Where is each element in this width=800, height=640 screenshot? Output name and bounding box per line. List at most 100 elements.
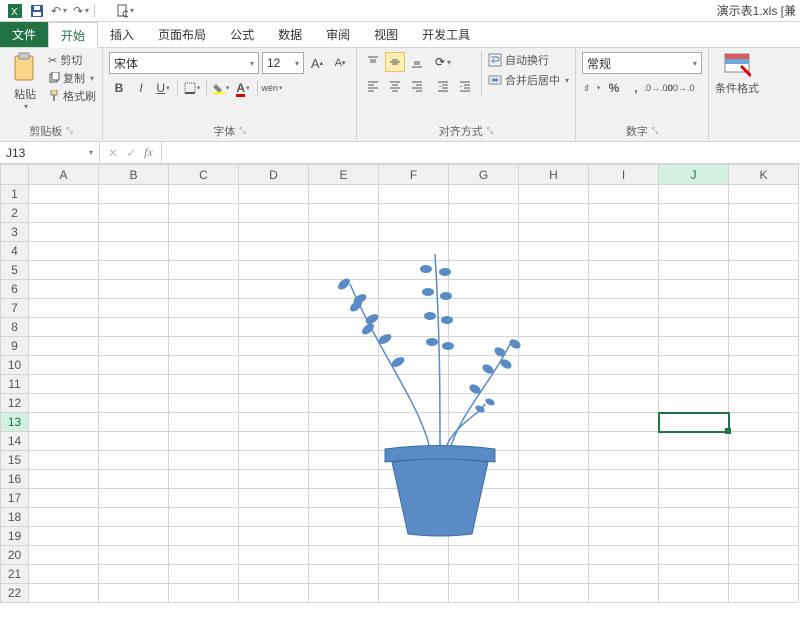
cell[interactable]: [589, 204, 659, 223]
cell[interactable]: [449, 223, 519, 242]
cell[interactable]: [519, 413, 589, 432]
cell[interactable]: [659, 318, 729, 337]
cell[interactable]: [659, 527, 729, 546]
merge-center-button[interactable]: 合并后居中▾: [488, 72, 569, 88]
cell[interactable]: [309, 223, 379, 242]
cell[interactable]: [589, 394, 659, 413]
cell[interactable]: [309, 584, 379, 603]
cell[interactable]: [309, 185, 379, 204]
cell[interactable]: [449, 546, 519, 565]
cell[interactable]: [99, 470, 169, 489]
cell[interactable]: [519, 223, 589, 242]
cell[interactable]: [379, 584, 449, 603]
cell[interactable]: [239, 318, 309, 337]
cell[interactable]: [309, 432, 379, 451]
cell[interactable]: [29, 546, 99, 565]
cell[interactable]: [519, 394, 589, 413]
cell[interactable]: [379, 394, 449, 413]
cell[interactable]: [309, 280, 379, 299]
cell[interactable]: [169, 337, 239, 356]
cell[interactable]: [589, 223, 659, 242]
fill-color-button[interactable]: [211, 78, 231, 98]
cell[interactable]: [309, 413, 379, 432]
cell[interactable]: [169, 394, 239, 413]
cell[interactable]: [659, 299, 729, 318]
cell[interactable]: [379, 565, 449, 584]
cell[interactable]: [659, 489, 729, 508]
cell[interactable]: [169, 546, 239, 565]
cell[interactable]: [239, 375, 309, 394]
cell[interactable]: [29, 489, 99, 508]
align-middle-button[interactable]: [385, 52, 405, 72]
cell[interactable]: [169, 489, 239, 508]
cell[interactable]: [29, 185, 99, 204]
cell[interactable]: [519, 337, 589, 356]
column-header[interactable]: F: [379, 165, 449, 185]
cell[interactable]: [519, 470, 589, 489]
cell[interactable]: [29, 356, 99, 375]
cell[interactable]: [239, 546, 309, 565]
cell[interactable]: [239, 280, 309, 299]
cell[interactable]: [589, 489, 659, 508]
border-button[interactable]: [182, 78, 202, 98]
cell[interactable]: [29, 394, 99, 413]
row-header[interactable]: 7: [1, 299, 29, 318]
cell[interactable]: [729, 318, 799, 337]
cell[interactable]: [449, 489, 519, 508]
cell[interactable]: [309, 337, 379, 356]
cell[interactable]: [659, 432, 729, 451]
format-painter-button[interactable]: 格式刷: [48, 88, 96, 104]
cell[interactable]: [309, 489, 379, 508]
cell[interactable]: [659, 223, 729, 242]
tab-formulas[interactable]: 公式: [218, 22, 266, 47]
cell[interactable]: [29, 508, 99, 527]
cell[interactable]: [589, 584, 659, 603]
tab-view[interactable]: 视图: [362, 22, 410, 47]
cell[interactable]: [29, 375, 99, 394]
cell[interactable]: [239, 356, 309, 375]
cell[interactable]: [729, 584, 799, 603]
cell[interactable]: [239, 432, 309, 451]
cell[interactable]: [729, 280, 799, 299]
increase-indent-button[interactable]: [455, 76, 475, 96]
cell[interactable]: [99, 185, 169, 204]
cell[interactable]: [379, 508, 449, 527]
cell[interactable]: [729, 299, 799, 318]
row-header[interactable]: 3: [1, 223, 29, 242]
cell[interactable]: [169, 299, 239, 318]
cell[interactable]: [309, 261, 379, 280]
decrease-font-icon[interactable]: A▾: [330, 53, 350, 73]
dialog-launcher-icon[interactable]: ⤡: [239, 126, 245, 136]
decrease-decimal-button[interactable]: .00→.0: [670, 78, 690, 98]
cell[interactable]: [589, 508, 659, 527]
row-header[interactable]: 11: [1, 375, 29, 394]
cell[interactable]: [659, 185, 729, 204]
cell[interactable]: [239, 470, 309, 489]
row-header[interactable]: 19: [1, 527, 29, 546]
cell[interactable]: [99, 299, 169, 318]
increase-font-icon[interactable]: A▴: [307, 53, 327, 73]
cell[interactable]: [519, 299, 589, 318]
orientation-button[interactable]: ⟳▾: [433, 52, 453, 72]
cell[interactable]: [99, 394, 169, 413]
cell[interactable]: [99, 204, 169, 223]
column-header[interactable]: E: [309, 165, 379, 185]
cell[interactable]: [169, 204, 239, 223]
cell[interactable]: [29, 223, 99, 242]
cell[interactable]: [729, 413, 799, 432]
cell[interactable]: [239, 261, 309, 280]
cell[interactable]: [169, 413, 239, 432]
row-header[interactable]: 17: [1, 489, 29, 508]
cell[interactable]: [519, 204, 589, 223]
tab-home[interactable]: 开始: [48, 22, 98, 48]
cell[interactable]: [239, 394, 309, 413]
align-left-button[interactable]: [363, 76, 383, 96]
cell[interactable]: [659, 584, 729, 603]
cell[interactable]: [659, 261, 729, 280]
cell[interactable]: [659, 394, 729, 413]
conditional-formatting-button[interactable]: 条件格式: [715, 52, 759, 96]
cell[interactable]: [309, 242, 379, 261]
cell[interactable]: [729, 185, 799, 204]
cell[interactable]: [659, 565, 729, 584]
cell[interactable]: [29, 299, 99, 318]
